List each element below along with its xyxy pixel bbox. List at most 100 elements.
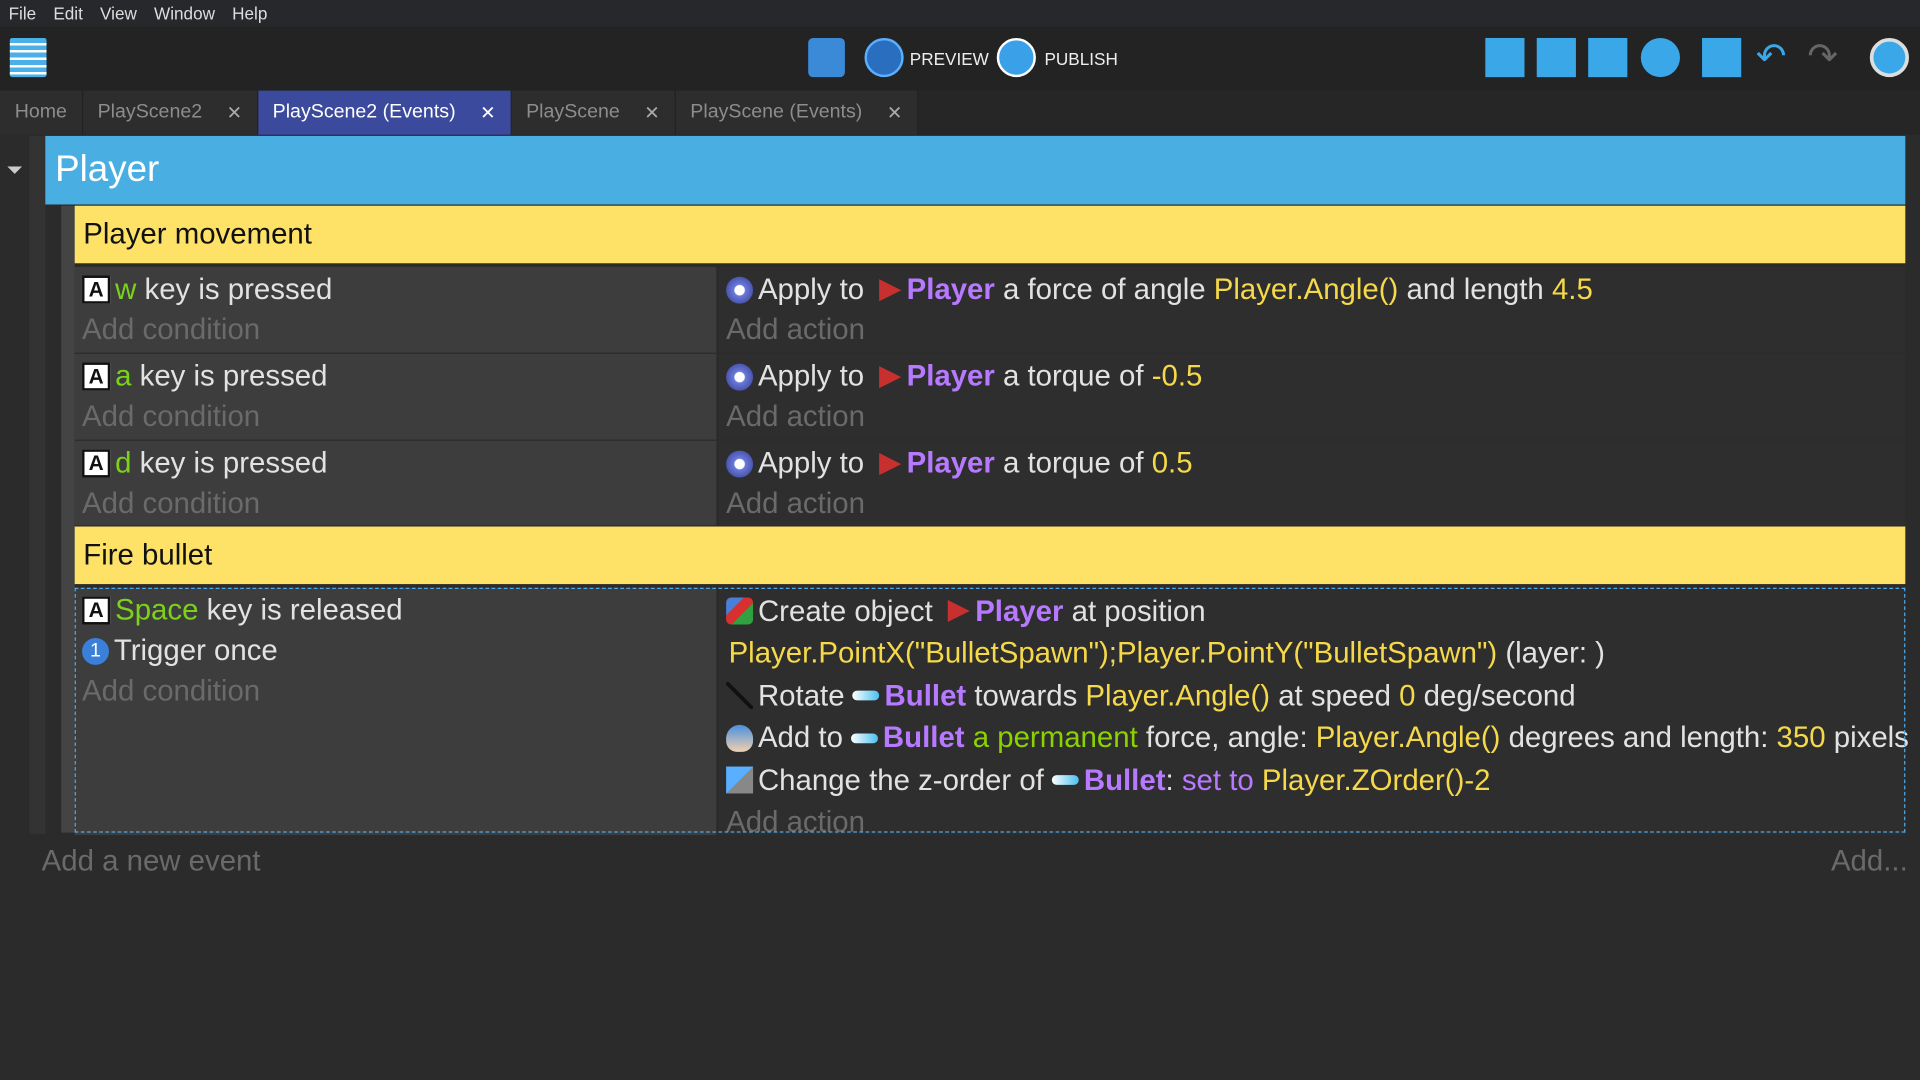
preview-button[interactable]: PREVIEW <box>910 49 989 69</box>
instruction-line[interactable]: Apply to Player a force of angle Player.… <box>719 269 1906 309</box>
menu-bar: File Edit View Window Help <box>0 0 1920 27</box>
create-object-icon <box>726 597 754 625</box>
close-icon[interactable]: ✕ <box>480 102 495 124</box>
menu-window[interactable]: Window <box>145 0 223 27</box>
instruction-line[interactable]: Ad key is pressed <box>75 443 717 483</box>
actions-column[interactable]: Create object Player at position Player.P… <box>718 587 1909 838</box>
add-condition[interactable]: Add condition <box>75 671 717 711</box>
instruction-line[interactable]: Player.PointX("BulletSpawn");Player.Poin… <box>719 632 1906 674</box>
undo-icon[interactable]: ↶ <box>1756 37 1795 77</box>
actions-column[interactable]: Apply to Player a torque of -0.5 Add acti… <box>718 353 1906 440</box>
parameter-value: Player.PointX("BulletSpawn");Player.Poin… <box>728 637 1498 671</box>
key-icon: A <box>82 449 111 478</box>
tab-playscene2[interactable]: PlayScene2 ✕ <box>82 90 258 135</box>
z-order-icon <box>726 766 754 794</box>
menu-help[interactable]: Help <box>224 0 276 27</box>
add-subevent-icon[interactable] <box>1536 37 1576 78</box>
instruction-text: towards <box>966 679 1086 713</box>
player-object-icon <box>879 278 902 301</box>
event-row[interactable]: A Space key is released 1 Trigger once Add c… <box>74 587 1909 838</box>
actions-column[interactable]: Apply to Player a torque of 0.5 Add actio… <box>718 440 1906 526</box>
add-condition[interactable]: Add condition <box>75 484 717 524</box>
instruction-text: key is pressed <box>131 446 328 481</box>
close-icon[interactable]: ✕ <box>644 102 659 124</box>
instruction-text: key is pressed <box>136 273 333 307</box>
player-object-icon <box>948 600 971 623</box>
project-manager-icon[interactable] <box>9 37 47 78</box>
bullet-object-icon <box>851 733 879 743</box>
instruction-line[interactable]: Add to Bullet a permanent force, angle: … <box>719 717 1909 759</box>
object-name: Bullet <box>1083 763 1166 797</box>
instruction-line[interactable]: Aa key is pressed <box>75 356 717 396</box>
add-event-icon[interactable] <box>1485 37 1525 78</box>
instruction-line[interactable]: Aw key is pressed <box>75 269 717 309</box>
menu-file[interactable]: File <box>0 0 45 27</box>
close-icon[interactable]: ✕ <box>227 102 242 124</box>
rotate-icon <box>726 682 754 710</box>
event-row[interactable]: Aw key is pressed Add condition Apply to P… <box>74 266 1906 353</box>
instruction-text: at speed <box>1270 679 1400 713</box>
add-condition[interactable]: Add condition <box>75 310 717 350</box>
instruction-text: Space <box>115 593 199 627</box>
object-name: Bullet <box>882 721 965 755</box>
physics-gear-icon <box>726 363 754 391</box>
add-action[interactable]: Add action <box>719 310 1906 350</box>
menu-edit[interactable]: Edit <box>45 0 92 27</box>
delete-icon[interactable] <box>1702 37 1742 78</box>
comment-fire-bullet[interactable]: Fire bullet <box>74 526 1906 585</box>
tab-label: PlayScene <box>526 101 620 123</box>
preview-play-icon[interactable] <box>864 37 904 78</box>
comment-player-movement[interactable]: Player movement <box>74 205 1906 264</box>
event-row[interactable]: Aa key is pressed Add condition Apply to P… <box>74 353 1906 440</box>
player-object-icon <box>879 452 902 475</box>
conditions-column[interactable]: Aa key is pressed Add condition <box>74 353 717 440</box>
instruction-line[interactable]: 1 Trigger once <box>75 631 717 671</box>
add-action[interactable]: Add action <box>719 397 1906 437</box>
add-more-icon[interactable] <box>1640 37 1681 78</box>
add-more-button[interactable]: Add... <box>1831 845 1908 879</box>
menu-view[interactable]: View <box>91 0 145 27</box>
toolbar: PREVIEW PUBLISH ↶ ↷ <box>0 26 1920 91</box>
instruction-line[interactable]: Apply to Player a torque of -0.5 <box>719 356 1906 396</box>
publish-globe-icon[interactable] <box>996 37 1036 78</box>
instruction-line[interactable]: Rotate Bullet towards Player.Angle() at … <box>719 675 1906 717</box>
conditions-column[interactable]: A Space key is released 1 Trigger once Add c… <box>74 587 717 836</box>
instruction-line[interactable]: Create object Player at position <box>719 590 1906 632</box>
add-condition[interactable]: Add condition <box>75 397 717 437</box>
physics-gear-icon <box>726 276 754 304</box>
collapse-arrow-icon[interactable] <box>7 166 23 174</box>
conditions-column[interactable]: Aw key is pressed Add condition <box>74 266 717 353</box>
instruction-text: a torque of <box>994 446 1152 481</box>
add-action[interactable]: Add action <box>719 484 1906 524</box>
instruction-text: key is released <box>198 593 403 627</box>
actions-column[interactable]: Apply to Player a force of angle Player.… <box>718 266 1906 353</box>
group-header[interactable]: Player <box>45 135 1906 205</box>
instruction-text: pixels <box>1825 721 1909 755</box>
instruction-line[interactable]: Change the z-order of Bullet: set to Pla… <box>719 759 1906 801</box>
tab-home[interactable]: Home <box>0 90 83 135</box>
instruction-text: a torque of <box>994 360 1152 394</box>
instruction-text: Add to <box>757 721 852 755</box>
tab-playscene-events-[interactable]: PlayScene (Events) ✕ <box>675 90 919 135</box>
add-new-event[interactable]: Add a new event <box>42 845 261 879</box>
instruction-line[interactable]: A Space key is released <box>75 590 717 630</box>
debugger-icon[interactable] <box>808 37 845 78</box>
tab-playscene[interactable]: PlayScene ✕ <box>511 90 676 135</box>
publish-button[interactable]: PUBLISH <box>1044 49 1117 69</box>
object-name: Player <box>975 594 1064 628</box>
instruction-text: a <box>115 360 132 394</box>
conditions-column[interactable]: Ad key is pressed Add condition <box>74 440 717 526</box>
physics-gear-icon <box>726 450 754 477</box>
event-row[interactable]: Ad key is pressed Add condition Apply to P… <box>74 440 1906 526</box>
tab-playscene2-events-[interactable]: PlayScene2 (Events) ✕ <box>257 90 512 135</box>
instruction-line[interactable]: Apply to Player a torque of 0.5 <box>719 443 1906 483</box>
key-icon: A <box>82 596 111 625</box>
close-icon[interactable]: ✕ <box>887 102 902 124</box>
redo-icon[interactable]: ↷ <box>1807 37 1846 77</box>
instruction-text: w <box>115 273 137 307</box>
add-action[interactable]: Add action <box>719 801 1906 841</box>
tab-label: PlayScene (Events) <box>690 101 863 123</box>
add-comment-icon[interactable] <box>1588 37 1628 78</box>
instruction-text: Apply to <box>757 273 873 307</box>
search-icon[interactable] <box>1869 37 1909 78</box>
